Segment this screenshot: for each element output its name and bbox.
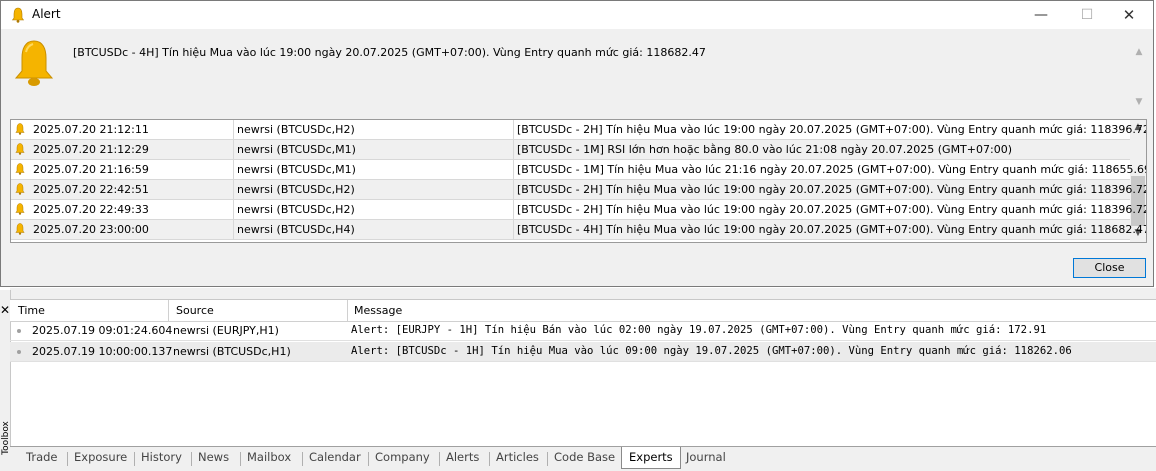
alert-row[interactable]: 2025.07.20 21:12:29 newrsi (BTCUSDc,M1) [B… (11, 140, 1130, 160)
close-button[interactable]: Close (1073, 258, 1146, 278)
alert-message: [BTCUSDc - 2H] Tín hiệu Mua vào lúc 19:0… (517, 183, 1147, 196)
tab-experts[interactable]: Experts (621, 447, 681, 469)
log-source: newrsi (EURJPY,H1) (173, 324, 279, 337)
tab-mailbox[interactable]: Mailbox (247, 450, 291, 464)
tab-articles[interactable]: Articles (496, 450, 539, 464)
bell-icon (15, 163, 25, 175)
tab-divider (240, 452, 241, 466)
bell-icon (15, 183, 25, 195)
maximize-button[interactable]: ☐ (1064, 1, 1110, 29)
column-message[interactable]: Message (354, 304, 402, 317)
tab-history[interactable]: History (141, 450, 182, 464)
bell-icon (15, 143, 25, 155)
tab-code-base[interactable]: Code Base (554, 450, 615, 464)
log-message: Alert: [EURJPY - 1H] Tín hiệu Bán vào lú… (351, 324, 1047, 336)
scroll-down-icon[interactable]: ▼ (1129, 97, 1149, 107)
scroll-up-icon[interactable]: ▲ (1129, 47, 1149, 57)
alert-window: Alert — ☐ ✕ [BTCUSDc - 4H] Tín hiệu Mua … (0, 0, 1154, 287)
window-title: Alert (32, 7, 61, 21)
alert-row[interactable]: 2025.07.20 22:42:51 newrsi (BTCUSDc,H2) [B… (11, 180, 1146, 200)
tab-divider (134, 452, 135, 466)
alert-source: newrsi (BTCUSDc,M1) (237, 163, 356, 176)
alert-source: newrsi (BTCUSDc,H4) (237, 223, 355, 236)
column-divider (513, 220, 514, 240)
column-divider (233, 200, 234, 220)
column-divider (513, 120, 514, 140)
alert-message: [BTCUSDc - 1M] Tín hiệu Mua vào lúc 21:1… (517, 163, 1147, 176)
bell-icon (11, 7, 25, 23)
column-divider (233, 180, 234, 200)
message-scrollbar[interactable]: ▲ ▼ (1129, 41, 1149, 113)
alert-row[interactable]: 2025.07.20 23:00:00 newrsi (BTCUSDc,H4) [B… (11, 220, 1146, 240)
experts-log-row[interactable]: 2025.07.19 10:00:00.137 newrsi (BTCUSDc,H… (10, 342, 1156, 362)
tab-divider (302, 452, 303, 466)
bell-icon (15, 203, 25, 215)
column-divider[interactable] (347, 300, 348, 321)
tab-divider (547, 452, 548, 466)
toolbox-tabs: Trade Exposure History News Mailbox Calendar C… (10, 446, 1156, 471)
bell-icon (15, 123, 25, 135)
alert-message: [BTCUSDc - 4H] Tín hiệu Mua vào lúc 19:0… (517, 223, 1147, 236)
experts-header: Time Source Message (10, 300, 1156, 322)
close-window-button[interactable]: ✕ (1106, 1, 1152, 29)
alert-row[interactable]: 2025.07.20 21:16:59 newrsi (BTCUSDc,M1) [B… (11, 160, 1146, 180)
alert-row[interactable]: 2025.07.20 22:49:33 newrsi (BTCUSDc,H2) [B… (11, 200, 1146, 220)
column-divider (513, 200, 514, 220)
experts-log-row[interactable]: 2025.07.19 09:01:24.604 newrsi (EURJPY,H1… (10, 321, 1156, 341)
tab-alerts[interactable]: Alerts (446, 450, 479, 464)
tab-calendar[interactable]: Calendar (309, 450, 361, 464)
tab-divider (489, 452, 490, 466)
tab-divider (67, 452, 68, 466)
alert-time: 2025.07.20 22:42:51 (33, 183, 149, 196)
tab-divider (439, 452, 440, 466)
alert-time: 2025.07.20 21:12:11 (33, 123, 149, 136)
log-time: 2025.07.19 09:01:24.604 (32, 324, 173, 337)
alert-row[interactable]: 2025.07.20 21:12:11 newrsi (BTCUSDc,H2) [B… (11, 120, 1146, 140)
column-divider[interactable] (168, 300, 169, 321)
column-divider (513, 140, 514, 160)
alert-list: ▲ ▼ 2025.07.20 21:12:11 newrsi (BTCUSDc,H… (10, 119, 1147, 243)
log-message: Alert: [BTCUSDc - 1H] Tín hiệu Mua vào l… (351, 345, 1072, 357)
alert-time: 2025.07.20 21:12:29 (33, 143, 149, 156)
tab-company[interactable]: Company (375, 450, 430, 464)
alert-message: [BTCUSDc - 2H] Tín hiệu Mua vào lúc 19:0… (517, 123, 1147, 136)
column-time[interactable]: Time (18, 304, 45, 317)
tab-divider (368, 452, 369, 466)
alert-time: 2025.07.20 22:49:33 (33, 203, 149, 216)
tab-news[interactable]: News (198, 450, 229, 464)
column-divider (233, 120, 234, 140)
column-source[interactable]: Source (176, 304, 214, 317)
large-bell-icon (14, 40, 54, 86)
tab-exposure[interactable]: Exposure (74, 450, 127, 464)
alert-source: newrsi (BTCUSDc,H2) (237, 203, 355, 216)
current-alert-message: [BTCUSDc - 4H] Tín hiệu Mua vào lúc 19:0… (73, 46, 706, 59)
alert-source: newrsi (BTCUSDc,H2) (237, 123, 355, 136)
alert-time: 2025.07.20 23:00:00 (33, 223, 149, 236)
tab-trade[interactable]: Trade (26, 450, 58, 464)
column-divider (513, 180, 514, 200)
alert-message: [BTCUSDc - 1M] RSI lớn hơn hoặc bằng 80.… (517, 143, 1012, 156)
log-time: 2025.07.19 10:00:00.137 (32, 345, 173, 358)
alert-time: 2025.07.20 21:16:59 (33, 163, 149, 176)
tab-divider (191, 452, 192, 466)
toolbox-top-strip (10, 288, 1156, 300)
column-divider (233, 220, 234, 240)
column-divider (233, 140, 234, 160)
title-bar[interactable]: Alert — ☐ ✕ (1, 1, 1153, 29)
tab-journal[interactable]: Journal (686, 450, 726, 464)
log-source: newrsi (BTCUSDc,H1) (173, 345, 291, 358)
log-dot-icon (17, 350, 21, 354)
column-divider (513, 160, 514, 180)
log-dot-icon (17, 329, 21, 333)
bell-icon (15, 223, 25, 235)
alert-source: newrsi (BTCUSDc,M1) (237, 143, 356, 156)
toolbox-close-icon[interactable]: ✕ (0, 303, 10, 317)
alert-message: [BTCUSDc - 2H] Tín hiệu Mua vào lúc 19:0… (517, 203, 1147, 216)
alert-source: newrsi (BTCUSDc,H2) (237, 183, 355, 196)
minimize-button[interactable]: — (1018, 1, 1064, 29)
column-divider (233, 160, 234, 180)
